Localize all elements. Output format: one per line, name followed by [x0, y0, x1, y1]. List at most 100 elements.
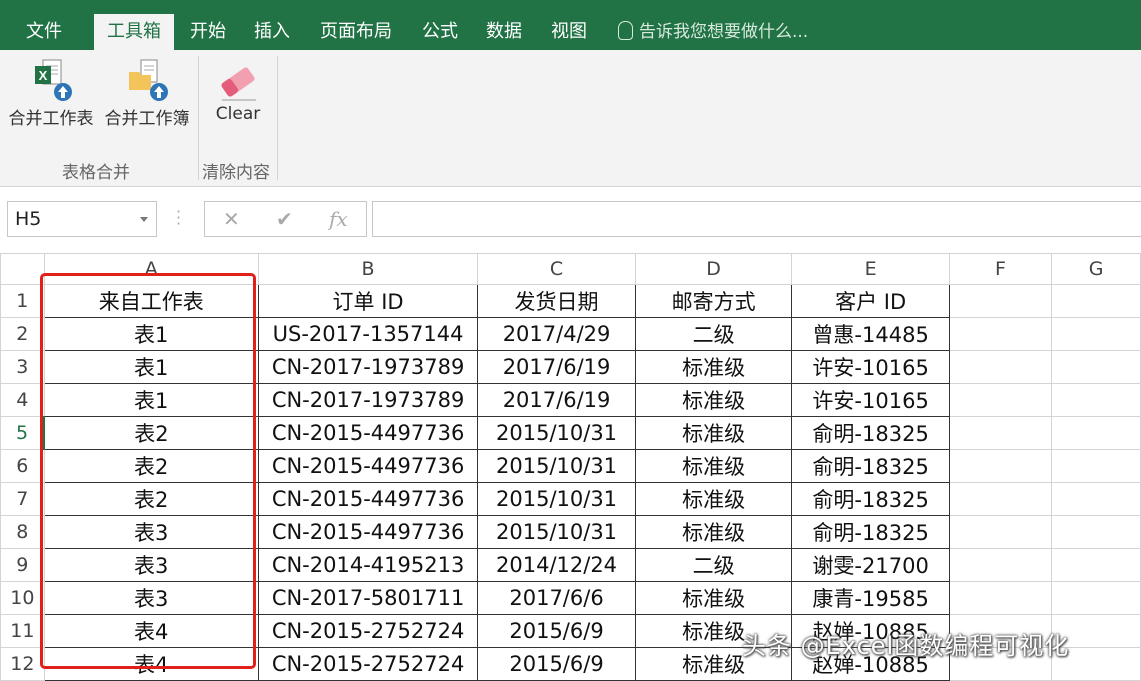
cell[interactable]: 俞明-18325 [791, 515, 950, 549]
cell[interactable]: 许安-10165 [791, 350, 950, 384]
tab-home[interactable]: 开始 [182, 14, 234, 50]
cell[interactable]: 来自工作表 [43, 284, 259, 318]
cell[interactable]: 康青-19585 [791, 581, 950, 615]
empty-cell[interactable] [948, 581, 1053, 615]
cell[interactable]: 俞明-18325 [791, 449, 950, 483]
cell[interactable]: 2017/6/19 [477, 350, 636, 384]
cell[interactable]: 客户 ID [791, 284, 950, 318]
merge-sheets-button[interactable]: X 合并工作表 [4, 58, 98, 129]
cell[interactable]: CN-2017-1973789 [257, 383, 479, 417]
cell[interactable]: 俞明-18325 [791, 416, 950, 450]
empty-cell[interactable] [948, 284, 1053, 318]
cell[interactable]: CN-2015-2752724 [257, 614, 479, 648]
cell[interactable]: 2017/6/19 [477, 383, 636, 417]
empty-cell[interactable] [1051, 350, 1141, 384]
row-header[interactable]: 11 [0, 614, 45, 648]
cell[interactable]: 2015/6/9 [477, 614, 636, 648]
row-header[interactable]: 10 [0, 581, 45, 615]
cell[interactable]: 2015/10/31 [477, 449, 636, 483]
tab-page-layout[interactable]: 页面布局 [312, 14, 400, 50]
cell[interactable]: 2017/6/6 [477, 581, 636, 615]
empty-cell[interactable] [948, 515, 1053, 549]
cell[interactable]: CN-2017-5801711 [257, 581, 479, 615]
cell[interactable]: 曾惠-14485 [791, 317, 950, 351]
empty-cell[interactable] [948, 383, 1053, 417]
cell[interactable]: CN-2017-1973789 [257, 350, 479, 384]
row-header[interactable]: 1 [0, 284, 45, 318]
cell[interactable]: US-2017-1357144 [257, 317, 479, 351]
tab-formulas[interactable]: 公式 [414, 14, 466, 50]
empty-cell[interactable] [1051, 515, 1141, 549]
row-header[interactable]: 9 [0, 548, 45, 582]
cell[interactable]: 标准级 [634, 350, 793, 384]
drag-handle-icon[interactable]: · · · [176, 204, 181, 232]
cell[interactable]: 2015/10/31 [477, 482, 636, 516]
empty-cell[interactable] [1051, 482, 1141, 516]
empty-cell[interactable] [948, 548, 1053, 582]
empty-cell[interactable] [1051, 548, 1141, 582]
cell[interactable]: CN-2015-4497736 [257, 482, 479, 516]
cell[interactable]: 2014/12/24 [477, 548, 636, 582]
cell[interactable]: 2015/10/31 [477, 416, 636, 450]
cell[interactable]: CN-2015-4497736 [257, 449, 479, 483]
column-header-d[interactable]: D [634, 253, 793, 285]
row-header[interactable]: 4 [0, 383, 45, 417]
cell[interactable]: 表3 [43, 548, 259, 582]
cell[interactable]: CN-2015-4497736 [257, 515, 479, 549]
empty-cell[interactable] [1051, 383, 1141, 417]
column-header-g[interactable]: G [1051, 253, 1141, 285]
cell[interactable]: 标准级 [634, 449, 793, 483]
cell[interactable]: 二级 [634, 548, 793, 582]
cell[interactable]: 邮寄方式 [634, 284, 793, 318]
cell[interactable]: 表3 [43, 515, 259, 549]
cell[interactable]: 表2 [43, 416, 259, 450]
cell[interactable]: 发货日期 [477, 284, 636, 318]
empty-cell[interactable] [1051, 317, 1141, 351]
empty-cell[interactable] [1051, 416, 1141, 450]
column-header-b[interactable]: B [257, 253, 479, 285]
tab-insert[interactable]: 插入 [246, 14, 298, 50]
cell[interactable]: 标准级 [634, 515, 793, 549]
empty-cell[interactable] [948, 317, 1053, 351]
cell[interactable]: 表1 [43, 317, 259, 351]
row-header[interactable]: 7 [0, 482, 45, 516]
select-all-corner[interactable] [0, 253, 45, 285]
column-header-f[interactable]: F [948, 253, 1053, 285]
empty-cell[interactable] [948, 482, 1053, 516]
insert-function-icon[interactable]: fx [329, 207, 348, 231]
empty-cell[interactable] [948, 449, 1053, 483]
cell[interactable]: 标准级 [634, 416, 793, 450]
cell[interactable]: 标准级 [634, 482, 793, 516]
cell[interactable]: 谢雯-21700 [791, 548, 950, 582]
empty-cell[interactable] [948, 350, 1053, 384]
cell[interactable]: 标准级 [634, 383, 793, 417]
empty-cell[interactable] [948, 416, 1053, 450]
chevron-down-icon[interactable] [140, 217, 148, 222]
cell[interactable]: 二级 [634, 317, 793, 351]
column-header-c[interactable]: C [477, 253, 636, 285]
formula-input[interactable] [372, 201, 1141, 237]
tab-view[interactable]: 视图 [543, 14, 595, 50]
cell[interactable]: 2017/4/29 [477, 317, 636, 351]
column-header-e[interactable]: E [791, 253, 950, 285]
cell[interactable]: CN-2014-4195213 [257, 548, 479, 582]
cell[interactable]: 表1 [43, 350, 259, 384]
cell[interactable]: CN-2015-4497736 [257, 416, 479, 450]
tab-file[interactable]: 文件 [16, 14, 72, 50]
cell[interactable]: 表4 [43, 614, 259, 648]
cell[interactable]: 俞明-18325 [791, 482, 950, 516]
cell[interactable]: 表2 [43, 482, 259, 516]
merge-workbooks-button[interactable]: 合并工作簿 [100, 58, 194, 129]
tab-toolbox[interactable]: 工具箱 [94, 14, 174, 50]
row-header[interactable]: 6 [0, 449, 45, 483]
empty-cell[interactable] [1051, 284, 1141, 318]
cell[interactable]: 许安-10165 [791, 383, 950, 417]
row-header[interactable]: 2 [0, 317, 45, 351]
row-header[interactable]: 5 [0, 416, 46, 450]
empty-cell[interactable] [1051, 581, 1141, 615]
tell-me-search[interactable]: 告诉我您想要做什么... [618, 14, 808, 50]
row-header[interactable]: 8 [0, 515, 45, 549]
row-header[interactable]: 3 [0, 350, 45, 384]
name-box[interactable]: H5 [7, 201, 157, 237]
column-header-a[interactable]: A [43, 253, 259, 285]
